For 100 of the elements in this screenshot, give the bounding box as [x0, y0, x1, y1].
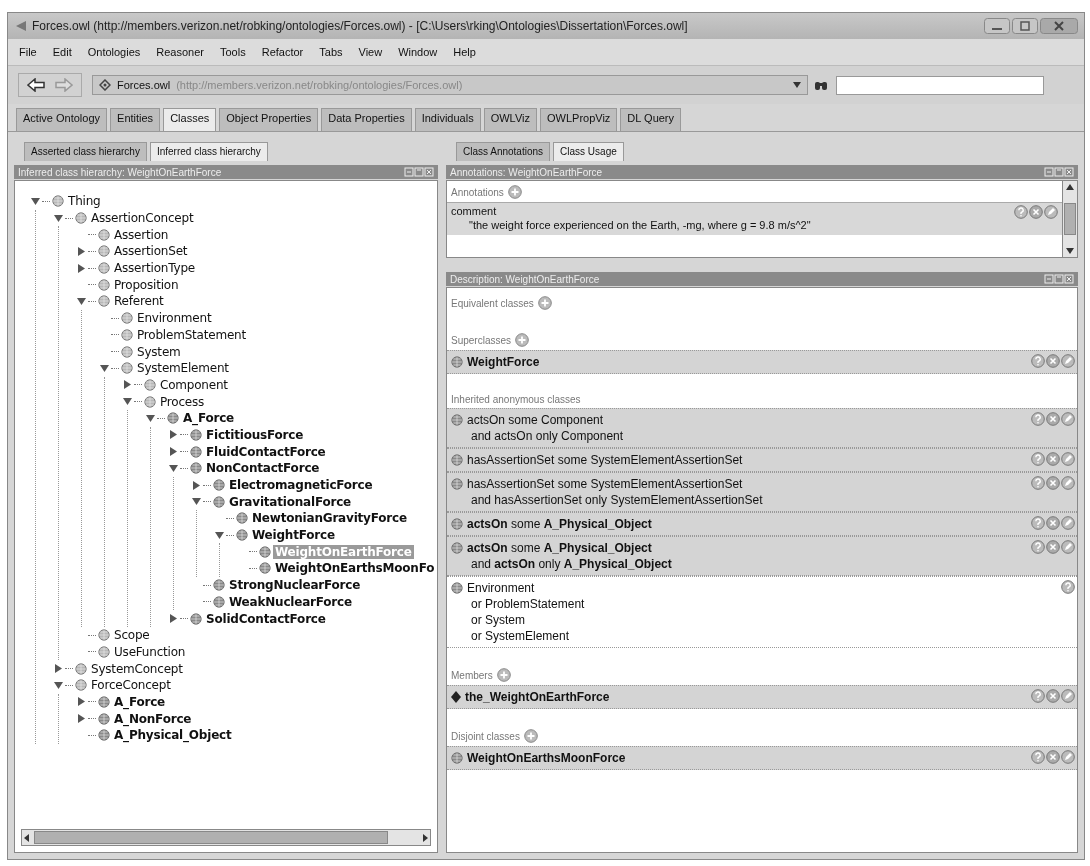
delete-icon[interactable]: [1046, 476, 1060, 490]
tree-item[interactable]: FluidContactForce: [204, 444, 328, 459]
tree-item[interactable]: System: [135, 344, 183, 359]
help-icon[interactable]: [1031, 412, 1045, 426]
tree-item[interactable]: AssertionType: [112, 261, 197, 276]
collapse-icon[interactable]: [54, 680, 63, 690]
ontology-selector[interactable]: Forces.owl (http://members.verizon.net/robking/ontologies/Forces.owl): [92, 75, 808, 95]
help-icon[interactable]: [1031, 476, 1045, 490]
menu-item[interactable]: Ontologies: [82, 45, 146, 59]
close-button[interactable]: [1040, 18, 1078, 34]
tree-item[interactable]: SolidContactForce: [204, 611, 328, 626]
scroll-up-icon[interactable]: [1065, 183, 1075, 191]
axiom-row[interactable]: actsOn some A_Physical_Object: [447, 512, 1077, 536]
view-controls-icon[interactable]: [404, 167, 434, 177]
tree-item[interactable]: A_Force: [181, 411, 236, 426]
tree-item[interactable]: GravitationalForce: [227, 494, 353, 509]
collapse-icon[interactable]: [31, 196, 40, 206]
collapse-icon[interactable]: [146, 413, 155, 423]
edit-icon[interactable]: [1061, 540, 1075, 554]
edit-icon[interactable]: [1061, 689, 1075, 703]
add-icon[interactable]: [523, 729, 538, 743]
expand-icon[interactable]: [192, 480, 201, 490]
collapse-icon[interactable]: [100, 363, 109, 373]
collapse-icon[interactable]: [192, 497, 201, 507]
expand-icon[interactable]: [169, 447, 178, 457]
tab[interactable]: Inferred class hierarchy: [149, 142, 268, 161]
menu-item[interactable]: File: [14, 45, 42, 59]
axiom-row[interactable]: hasAssertionSet some SystemElementAssertionSet and hasAssertionSet only SystemElementAssertionSet: [447, 472, 1077, 512]
tab[interactable]: OWLPropViz: [540, 108, 618, 131]
view-controls-icon[interactable]: [1044, 167, 1074, 177]
expand-icon[interactable]: [54, 664, 63, 674]
vertical-scrollbar[interactable]: [1062, 181, 1077, 257]
tree-item[interactable]: FictitiousForce: [204, 427, 306, 442]
tab[interactable]: Class Usage: [553, 142, 624, 161]
edit-icon[interactable]: [1061, 354, 1075, 368]
edit-icon[interactable]: [1061, 516, 1075, 530]
axiom-row[interactable]: actsOn some Component and actsOn only Component: [447, 408, 1077, 448]
search-field[interactable]: [836, 75, 1044, 95]
delete-icon[interactable]: [1046, 689, 1060, 703]
scroll-down-icon[interactable]: [1065, 247, 1075, 255]
tree-item[interactable]: A_Physical_Object: [112, 728, 234, 743]
tree-item[interactable]: Environment: [135, 311, 214, 326]
menu-item[interactable]: Edit: [47, 45, 77, 59]
tree-item[interactable]: WeightForce: [250, 528, 337, 543]
tree-item[interactable]: A_Force: [112, 694, 167, 709]
collapse-icon[interactable]: [54, 213, 63, 223]
delete-icon[interactable]: [1046, 516, 1060, 530]
help-icon[interactable]: [1031, 540, 1045, 554]
help-icon[interactable]: [1061, 580, 1075, 594]
delete-icon[interactable]: [1046, 412, 1060, 426]
tab[interactable]: Data Properties: [321, 108, 412, 131]
tree-item[interactable]: Proposition: [112, 277, 181, 292]
expand-icon[interactable]: [123, 380, 132, 390]
expand-icon[interactable]: [77, 697, 86, 707]
tab[interactable]: DL Query: [620, 108, 682, 131]
collapse-icon[interactable]: [123, 397, 132, 407]
view-controls-icon[interactable]: [1044, 274, 1074, 284]
tab[interactable]: OWLViz: [483, 108, 537, 131]
menu-item[interactable]: Refactor: [256, 45, 309, 59]
tree-item[interactable]: NewtonianGravityForce: [250, 511, 409, 526]
help-icon[interactable]: [1031, 516, 1045, 530]
menu-item[interactable]: Reasoner: [151, 45, 209, 59]
edit-icon[interactable]: [1044, 205, 1058, 219]
add-icon[interactable]: [537, 296, 552, 310]
collapse-icon[interactable]: [77, 296, 86, 306]
expand-icon[interactable]: [169, 614, 178, 624]
tree-item[interactable]: Thing: [66, 194, 103, 209]
tab[interactable]: Asserted class hierarchy: [24, 142, 147, 161]
menu-item[interactable]: Help: [448, 45, 481, 59]
expand-icon[interactable]: [169, 430, 178, 440]
tab[interactable]: Individuals: [414, 108, 481, 131]
help-icon[interactable]: [1031, 750, 1045, 764]
tab[interactable]: Active Ontology: [16, 108, 108, 131]
tree-item[interactable]: NonContactForce: [204, 461, 322, 476]
axiom-row[interactable]: Environment or ProblemStatement or System or SystemElement: [447, 576, 1077, 648]
menu-item[interactable]: Window: [393, 45, 443, 59]
tree-item[interactable]: WeightOnEarthsMoonFo: [273, 561, 437, 576]
help-icon[interactable]: [1031, 354, 1045, 368]
axiom-row[interactable]: WeightOnEarthsMoonForce: [447, 746, 1077, 770]
tab[interactable]: Classes: [163, 108, 217, 131]
delete-icon[interactable]: [1046, 354, 1060, 368]
axiom-row[interactable]: hasAssertionSet some SystemElementAssertionSet: [447, 448, 1077, 472]
tree-item[interactable]: AssertionConcept: [89, 211, 196, 226]
tree-item[interactable]: UseFunction: [112, 644, 188, 659]
collapse-icon[interactable]: [169, 463, 178, 473]
expand-icon[interactable]: [77, 246, 86, 256]
tab[interactable]: Entities: [110, 108, 161, 131]
delete-icon[interactable]: [1046, 452, 1060, 466]
tree-item[interactable]: A_NonForce: [112, 711, 194, 726]
delete-icon[interactable]: [1046, 540, 1060, 554]
axiom-row[interactable]: the_WeightOnEarthForce: [447, 685, 1077, 709]
add-icon[interactable]: [507, 185, 522, 199]
maximize-button[interactable]: [1012, 18, 1038, 34]
delete-icon[interactable]: [1046, 750, 1060, 764]
scroll-left-icon[interactable]: [22, 832, 32, 843]
tree-item[interactable]: AssertionSet: [112, 244, 190, 259]
help-icon[interactable]: [1031, 452, 1045, 466]
axiom-row[interactable]: actsOn some A_Physical_Object and actsOn only A_Physical_Object: [447, 536, 1077, 576]
tree-item[interactable]: ElectromagneticForce: [227, 478, 375, 493]
tree-item[interactable]: ProblemStatement: [135, 327, 248, 342]
